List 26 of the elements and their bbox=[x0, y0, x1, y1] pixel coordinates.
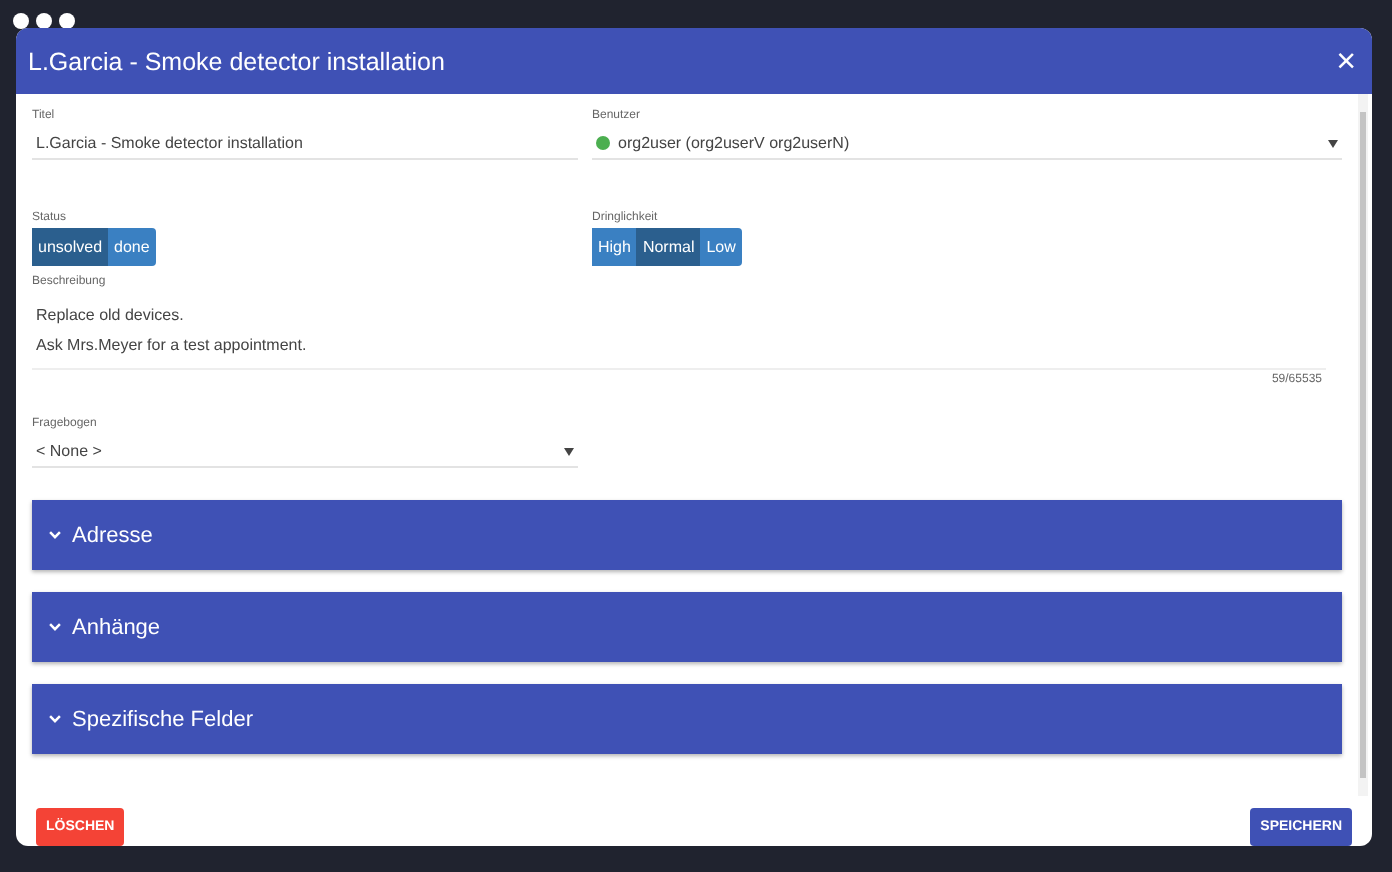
segment-button[interactable]: Low bbox=[700, 228, 742, 266]
scrollbar[interactable] bbox=[1358, 94, 1368, 796]
segment-button[interactable]: High bbox=[592, 228, 637, 266]
questionnaire-select[interactable]: < None > bbox=[32, 434, 578, 468]
description-field[interactable]: Replace old devices. Ask Mrs.Meyer for a test appointment. bbox=[32, 292, 1326, 370]
user-select[interactable]: org2user (org2userV org2userN) bbox=[592, 126, 1342, 160]
segment-button[interactable]: Normal bbox=[636, 228, 701, 266]
section-title: Spezifische Felder bbox=[72, 707, 253, 731]
section-title: Adresse bbox=[72, 523, 153, 547]
chevron-icon bbox=[48, 528, 62, 542]
dialog-title: L.Garcia - Smoke detector installation bbox=[28, 47, 445, 75]
segment-button[interactable]: done bbox=[108, 228, 156, 266]
dropdown-caret-icon bbox=[1328, 139, 1338, 147]
close-button[interactable]: × bbox=[1336, 44, 1356, 78]
title-field[interactable]: L.Garcia - Smoke detector installation bbox=[32, 126, 578, 160]
chevron-icon bbox=[48, 712, 62, 726]
segment-button[interactable]: unsolved bbox=[32, 228, 109, 266]
section-header[interactable]: Spezifische Felder bbox=[32, 684, 1342, 754]
select-value: < None > bbox=[36, 442, 104, 460]
section-header[interactable]: Anhänge bbox=[32, 592, 1342, 662]
section-header[interactable]: Adresse bbox=[32, 500, 1342, 570]
select-value: org2user (org2userV org2userN) bbox=[618, 134, 852, 152]
section-title: Anhänge bbox=[72, 615, 161, 639]
dropdown-caret-icon bbox=[564, 447, 574, 455]
window-dots-icon bbox=[12, 12, 78, 30]
chevron-icon bbox=[48, 620, 62, 634]
